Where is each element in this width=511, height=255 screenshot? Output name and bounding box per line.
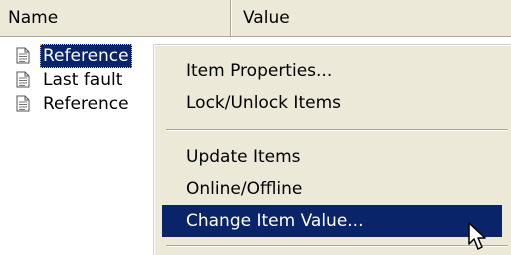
column-header-name[interactable]: Name — [0, 0, 231, 36]
menu-item-update-items[interactable]: Update Items — [162, 141, 502, 173]
column-header-bar: Name Value — [0, 0, 511, 37]
document-icon — [16, 47, 30, 64]
menu-separator — [166, 245, 508, 247]
list-item-label: Reference — [43, 94, 129, 114]
menu-separator — [166, 129, 508, 131]
list-view-window: Name Value Reference Last fault Referenc… — [0, 0, 511, 255]
menu-item-item-properties[interactable]: Item Properties... — [162, 55, 502, 87]
context-menu: Item Properties... Lock/Unlock Items Upd… — [153, 44, 511, 255]
list-item-label: Last fault — [43, 70, 123, 90]
mouse-pointer-icon — [468, 222, 486, 250]
menu-item-lock-unlock-items[interactable]: Lock/Unlock Items — [162, 87, 502, 119]
list-item-label: Reference — [40, 44, 132, 68]
column-header-value[interactable]: Value — [233, 0, 511, 36]
document-icon — [16, 95, 30, 112]
menu-item-change-item-value[interactable]: Change Item Value... — [162, 205, 502, 237]
document-icon — [16, 71, 30, 88]
menu-item-online-offline[interactable]: Online/Offline — [162, 173, 502, 205]
